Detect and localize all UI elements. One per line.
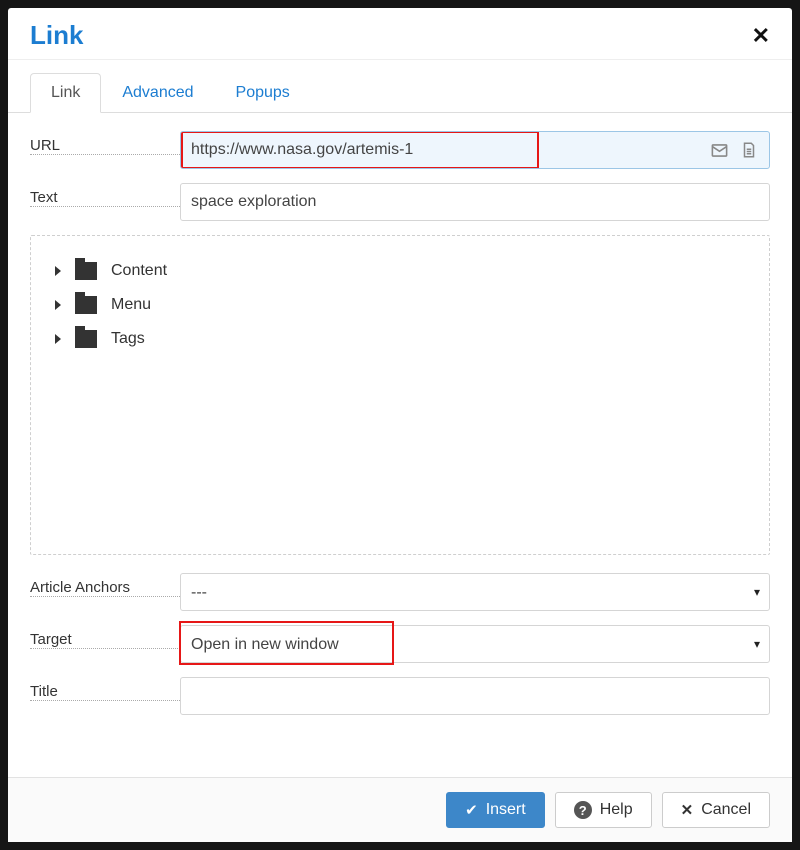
anchors-row: Article Anchors --- ▾ bbox=[30, 573, 770, 611]
url-input[interactable] bbox=[181, 132, 699, 168]
tab-popups[interactable]: Popups bbox=[215, 73, 311, 113]
cancel-icon: ✕ bbox=[681, 803, 694, 818]
folder-icon bbox=[75, 330, 97, 348]
url-label: URL bbox=[30, 131, 180, 155]
modal-backdrop: Link ✕ Link Advanced Popups URL bbox=[0, 0, 800, 850]
url-row: URL bbox=[30, 131, 770, 169]
text-label: Text bbox=[30, 183, 180, 207]
tree-item-label: Content bbox=[111, 262, 167, 280]
target-label: Target bbox=[30, 625, 180, 649]
url-control bbox=[180, 131, 770, 169]
tab-link[interactable]: Link bbox=[30, 73, 101, 113]
tree-item-label: Menu bbox=[111, 296, 151, 314]
target-row: Target Open in new window ▾ bbox=[30, 625, 770, 663]
dialog-body: URL bbox=[8, 113, 792, 777]
url-action-icons bbox=[699, 132, 769, 168]
tab-advanced[interactable]: Advanced bbox=[101, 73, 214, 113]
caret-right-icon bbox=[55, 300, 61, 310]
help-button-label: Help bbox=[600, 801, 633, 819]
insert-button-label: Insert bbox=[486, 801, 526, 819]
dialog-title: Link bbox=[30, 20, 83, 51]
link-browser-tree: Content Menu Tags bbox=[30, 235, 770, 555]
close-button[interactable]: ✕ bbox=[752, 25, 770, 47]
anchors-label: Article Anchors bbox=[30, 573, 180, 597]
text-input[interactable] bbox=[180, 183, 770, 221]
tab-bar: Link Advanced Popups bbox=[8, 72, 792, 113]
cancel-button[interactable]: ✕ Cancel bbox=[662, 792, 770, 828]
help-icon: ? bbox=[574, 801, 592, 819]
caret-right-icon bbox=[55, 334, 61, 344]
document-icon[interactable] bbox=[739, 140, 759, 160]
email-icon[interactable] bbox=[709, 140, 729, 160]
folder-icon bbox=[75, 296, 97, 314]
tree-item-content[interactable]: Content bbox=[39, 254, 761, 288]
tree-item-tags[interactable]: Tags bbox=[39, 322, 761, 356]
folder-icon bbox=[75, 262, 97, 280]
dialog-header: Link ✕ bbox=[8, 8, 792, 60]
check-icon: ✔ bbox=[465, 803, 478, 818]
dialog-footer: ✔ Insert ? Help ✕ Cancel bbox=[8, 777, 792, 842]
target-select[interactable]: Open in new window bbox=[180, 625, 770, 663]
caret-right-icon bbox=[55, 266, 61, 276]
title-input[interactable] bbox=[180, 677, 770, 715]
article-anchors-select[interactable]: --- bbox=[180, 573, 770, 611]
link-dialog: Link ✕ Link Advanced Popups URL bbox=[8, 8, 792, 842]
close-icon: ✕ bbox=[752, 23, 770, 48]
text-row: Text bbox=[30, 183, 770, 221]
title-row: Title bbox=[30, 677, 770, 715]
title-label: Title bbox=[30, 677, 180, 701]
tree-item-menu[interactable]: Menu bbox=[39, 288, 761, 322]
url-input-group bbox=[180, 131, 770, 169]
tree-item-label: Tags bbox=[111, 330, 145, 348]
help-button[interactable]: ? Help bbox=[555, 792, 652, 828]
insert-button[interactable]: ✔ Insert bbox=[446, 792, 545, 828]
cancel-button-label: Cancel bbox=[701, 801, 751, 819]
